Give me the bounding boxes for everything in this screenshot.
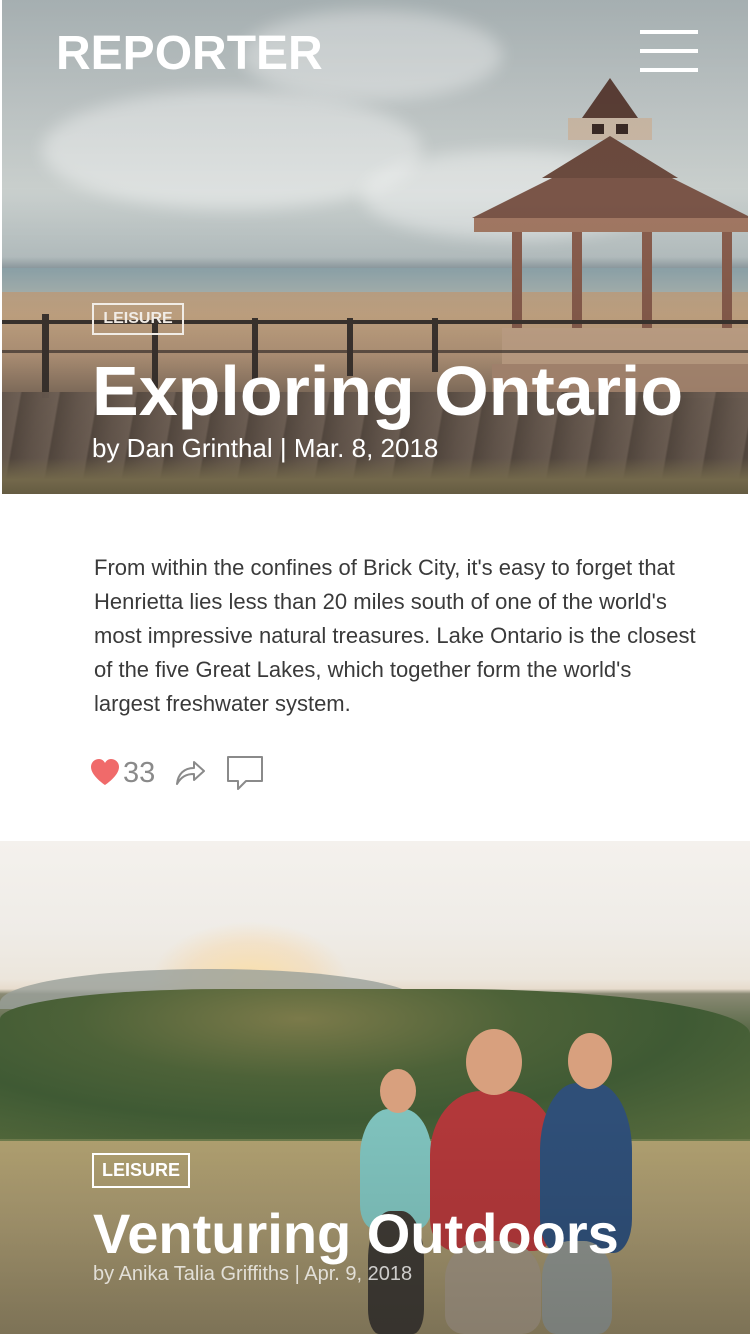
article-title[interactable]: Exploring Ontario [92,352,683,430]
article-byline: by Anika Talia Griffiths | Apr. 9, 2018 [93,1263,413,1285]
share-icon[interactable] [174,756,206,788]
comment-icon[interactable] [226,755,264,791]
like-count: 33 [123,757,156,789]
article-actions: 33 [90,754,280,794]
article-byline: by Dan Grinthal | Mar. 8, 2018 [92,433,439,463]
category-tag[interactable]: LEISURE [92,303,184,335]
hamburger-menu-icon[interactable] [640,30,698,74]
article-excerpt: From within the confines of Brick City, … [94,555,696,716]
brand-logo[interactable]: REPORTER [56,26,323,81]
category-tag[interactable]: LEISURE [92,1153,190,1188]
heart-icon [91,759,119,785]
article-title[interactable]: Venturing Outdoors [93,1203,619,1265]
